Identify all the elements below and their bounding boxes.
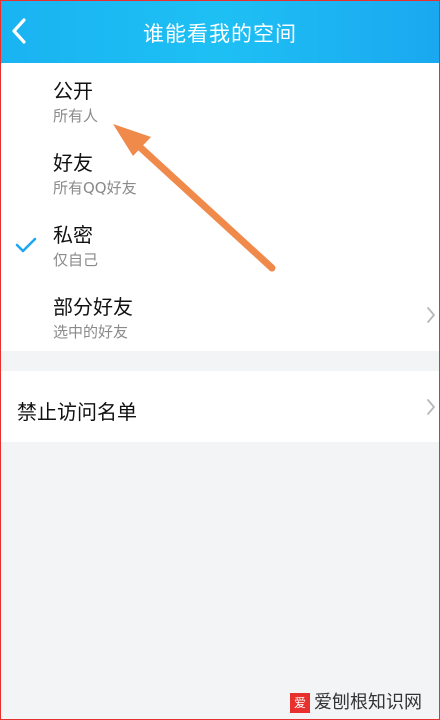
- annotation-arrow-icon: [113, 124, 276, 272]
